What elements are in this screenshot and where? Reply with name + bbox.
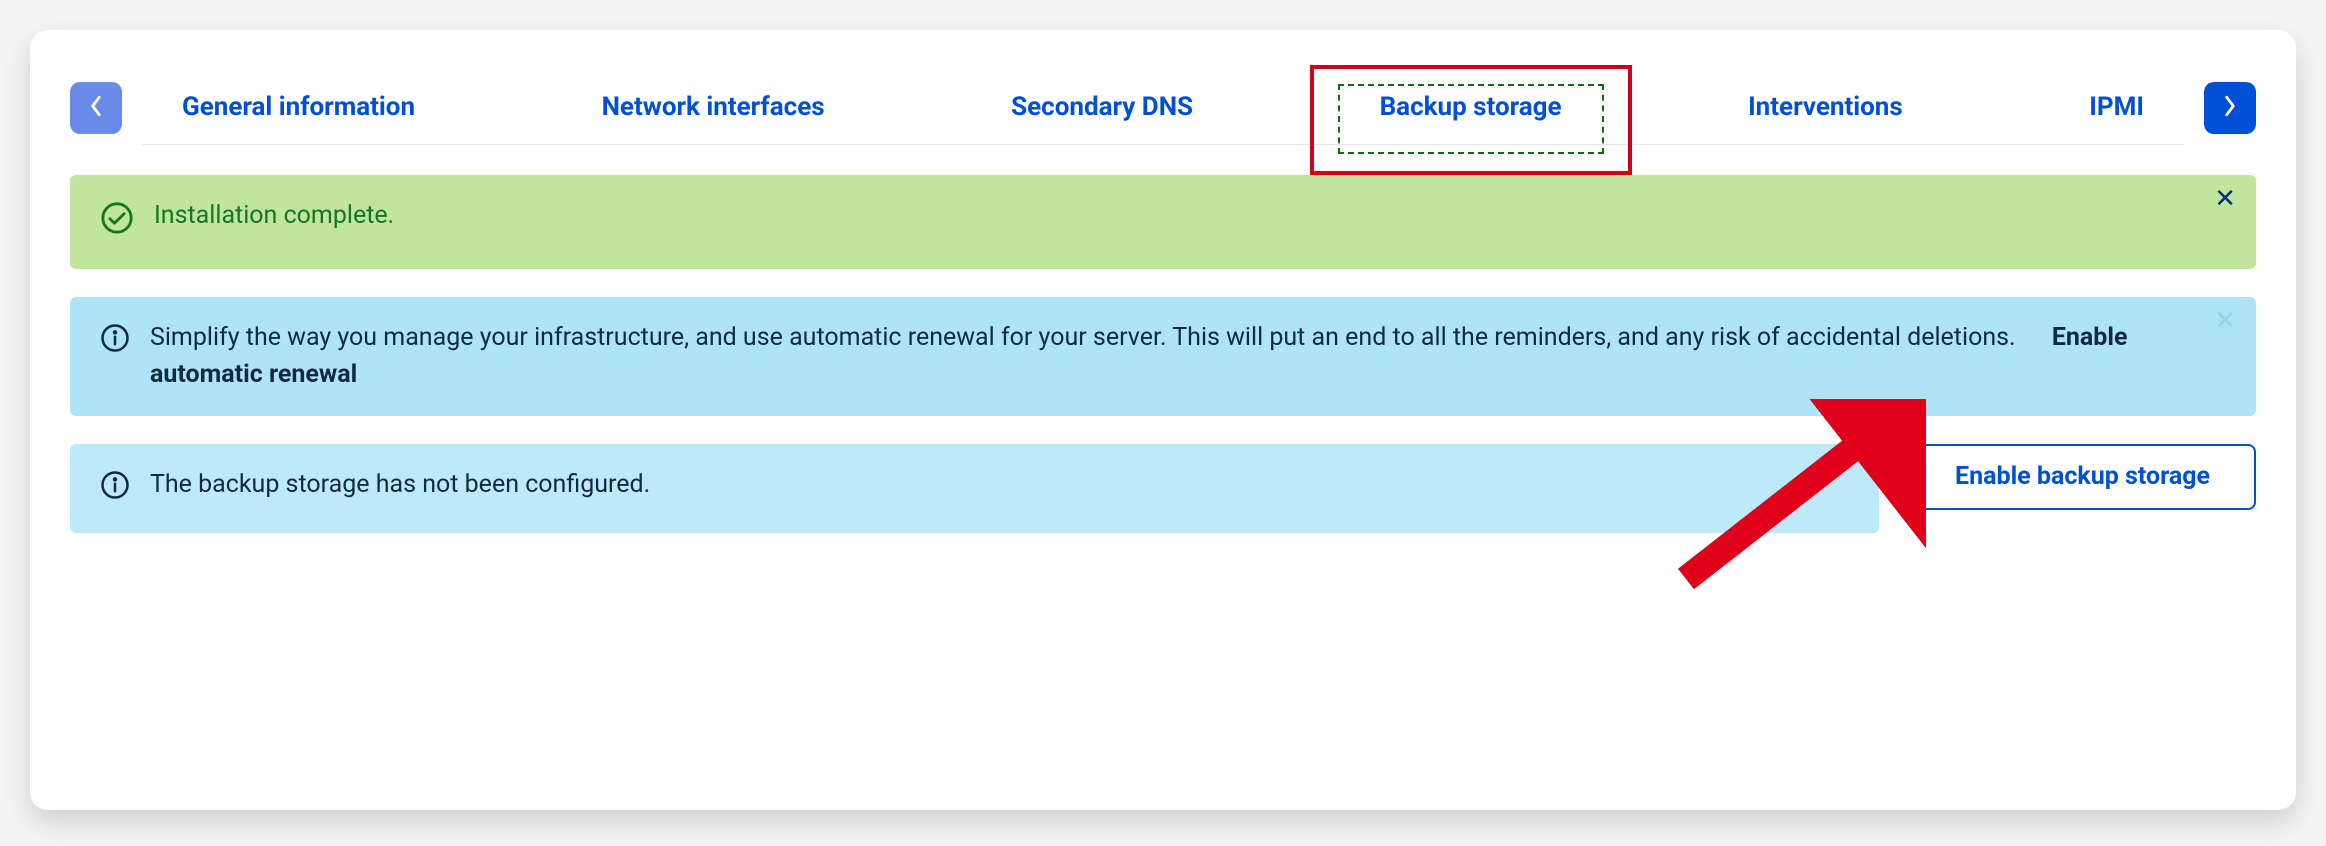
tabs-scroll-left-button[interactable] xyxy=(70,82,122,134)
tabs-scroll-right-button[interactable] xyxy=(2204,82,2256,134)
alert-text: Simplify the way you manage your infrast… xyxy=(150,323,2016,352)
alert-close-button[interactable]: ✕ xyxy=(2208,185,2242,213)
alert-close-button[interactable]: ✕ xyxy=(2208,307,2242,335)
alert-automatic-renewal: Simplify the way you manage your infrast… xyxy=(70,297,2256,416)
chevron-right-icon xyxy=(2223,95,2237,121)
tab-general-information[interactable]: General information xyxy=(172,70,425,144)
close-icon: ✕ xyxy=(2214,306,2236,336)
backup-row: The backup storage has not been configur… xyxy=(70,444,2256,534)
tab-backup-storage[interactable]: Backup storage xyxy=(1370,70,1572,144)
alert-installation-complete: Installation complete. ✕ xyxy=(70,175,2256,269)
tab-network-interfaces[interactable]: Network interfaces xyxy=(592,70,835,144)
alert-body: Simplify the way you manage your infrast… xyxy=(150,319,2226,394)
alert-backup-not-configured: The backup storage has not been configur… xyxy=(70,444,1879,534)
close-icon: ✕ xyxy=(2214,184,2236,214)
info-circle-icon xyxy=(100,323,130,365)
check-circle-icon xyxy=(100,201,134,247)
alert-text: The backup storage has not been configur… xyxy=(150,466,1849,504)
alert-text: Installation complete. xyxy=(154,197,2226,235)
tab-ipmi[interactable]: IPMI xyxy=(2079,70,2154,144)
panel-card: General information Network interfaces S… xyxy=(30,30,2296,810)
info-circle-icon xyxy=(100,470,130,512)
tab-secondary-dns[interactable]: Secondary DNS xyxy=(1001,70,1203,144)
tab-interventions[interactable]: Interventions xyxy=(1738,70,1913,144)
enable-backup-storage-button[interactable]: Enable backup storage xyxy=(1909,444,2256,510)
chevron-left-icon xyxy=(89,95,103,121)
content-area: Installation complete. ✕ Simplify the wa… xyxy=(70,175,2256,533)
tabs-container: General information Network interfaces S… xyxy=(142,70,2184,145)
tabs-row: General information Network interfaces S… xyxy=(70,70,2256,145)
